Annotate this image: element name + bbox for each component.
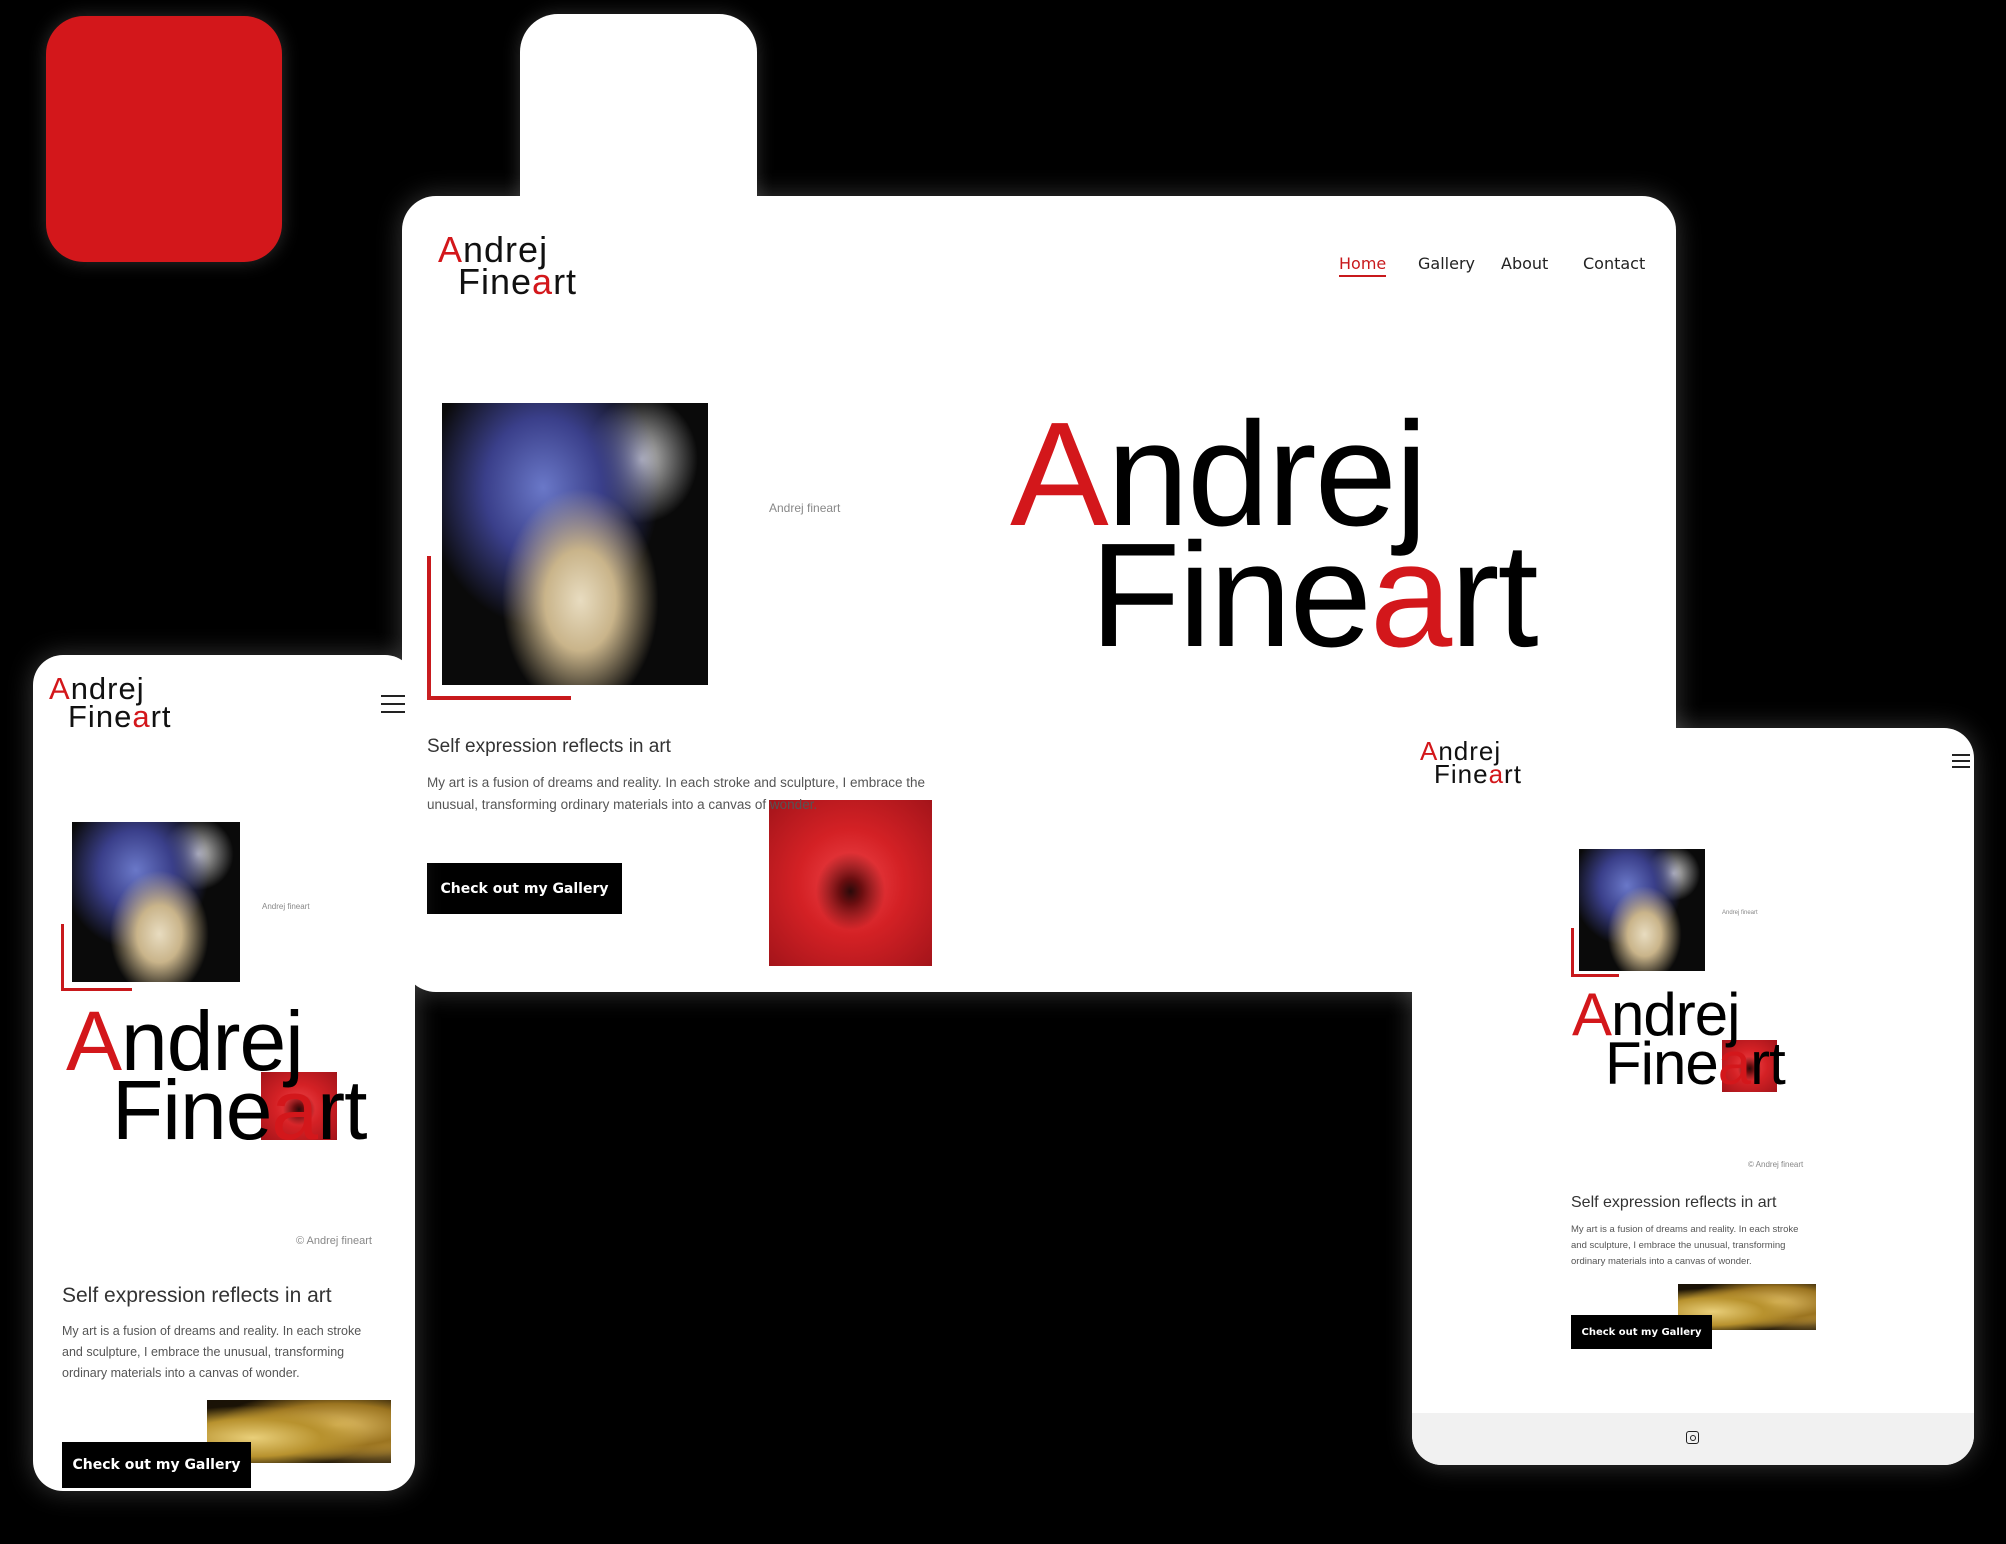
site-footer [1412, 1413, 1974, 1465]
artwork-blue-figure [1579, 849, 1705, 971]
hero-body: My art is a fusion of dreams and reality… [62, 1324, 362, 1380]
artwork-blue-figure [72, 822, 240, 982]
main-nav: Home Gallery About Contact [1337, 254, 1647, 284]
hamburger-bar [381, 711, 405, 713]
site-logo[interactable]: Andrej Fineart [49, 673, 172, 732]
tablet-mockup: Andrej Fineart Andrej fineart Andrej Fin… [1412, 728, 1974, 1465]
artwork-red-face [769, 800, 932, 966]
nav-item-home[interactable]: Home [1339, 254, 1387, 277]
site-logo[interactable]: Andrej Fineart [438, 232, 577, 300]
hamburger-menu-icon[interactable] [1952, 754, 1970, 774]
nav-item-contact[interactable]: Contact [1583, 254, 1645, 273]
nav-item-about[interactable]: About [1501, 254, 1548, 273]
hamburger-bar [381, 695, 405, 697]
primary-color-swatch [46, 16, 282, 262]
gallery-cta-button[interactable]: Check out my Gallery [62, 1442, 251, 1488]
hero-logo: Andrej Fineart [66, 994, 367, 1157]
hero-body: My art is a fusion of dreams and reality… [427, 775, 925, 812]
gallery-cta-button[interactable]: Check out my Gallery [427, 863, 622, 914]
artwork-blue-figure [442, 403, 708, 685]
hero-heading: Self expression reflects in art [1571, 1194, 1777, 1211]
hero-heading: Self expression reflects in art [62, 1284, 332, 1307]
hamburger-menu-icon[interactable] [381, 695, 405, 719]
mobile-mockup: Andrej Fineart Andrej fineart Andrej Fin… [33, 655, 415, 1491]
instagram-icon[interactable] [1686, 1431, 1699, 1444]
hero-logo: Andrej Fineart [1010, 392, 1539, 679]
copyright-caption: © Andrej fineart [296, 1235, 372, 1247]
nav-item-gallery[interactable]: Gallery [1418, 254, 1475, 273]
hero-body: My art is a fusion of dreams and reality… [1571, 1224, 1799, 1267]
hero-logo: Andrej Fineart [1572, 981, 1786, 1098]
gallery-cta-button[interactable]: Check out my Gallery [1571, 1315, 1712, 1349]
copyright-caption: © Andrej fineart [1748, 1160, 1804, 1169]
hamburger-bar [381, 703, 405, 705]
hero-heading: Self expression reflects in art [427, 736, 671, 757]
site-logo[interactable]: Andrej Fineart [1420, 738, 1522, 787]
artwork-caption: Andrej fineart [262, 902, 310, 911]
artwork-caption: Andrej fineart [1722, 910, 1758, 916]
artwork-caption: Andrej fineart [769, 501, 841, 515]
